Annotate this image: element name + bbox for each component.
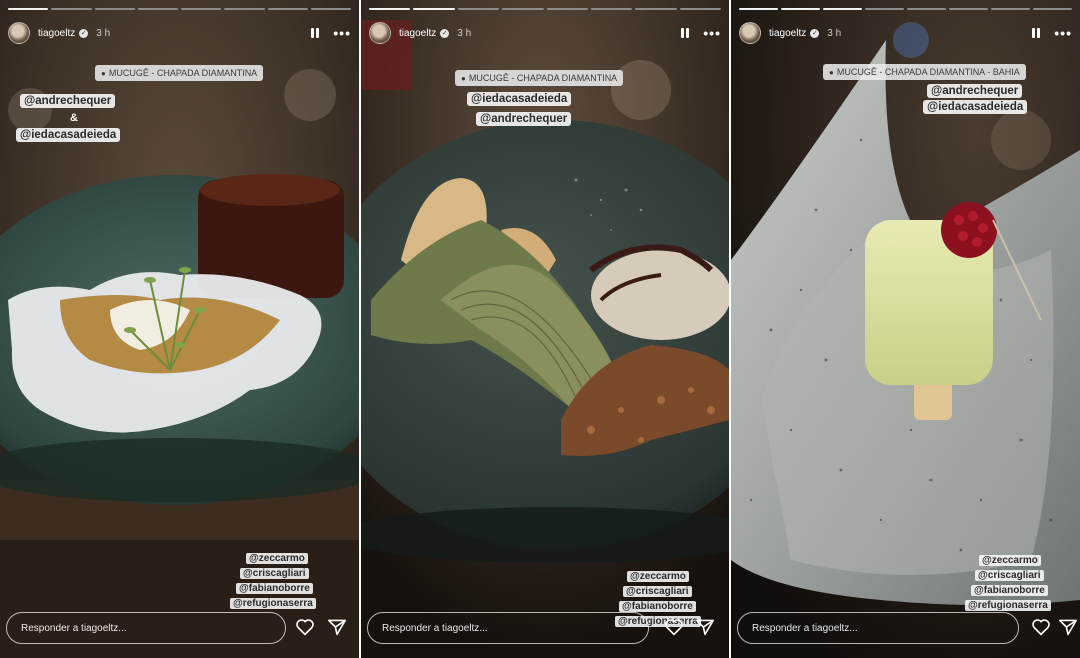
- tag-sticker[interactable]: @zeccarmo: [246, 553, 308, 564]
- progress-segment: [137, 8, 178, 10]
- reply-input[interactable]: Responder a tiagoeltz...: [737, 612, 1019, 644]
- story-panel-1[interactable]: tiagoeltz ✓ 3 h ••• ● MUCUGÊ - CHAPADA DI…: [0, 0, 359, 658]
- location-label: MUCUGÊ - CHAPADA DIAMANTINA: [468, 73, 618, 83]
- progress-segment: [949, 8, 988, 10]
- tag-sticker[interactable]: @fabianoborre: [236, 583, 313, 594]
- tag-sticker[interactable]: @criscagliari: [623, 586, 692, 597]
- story-panel-3[interactable]: tiagoeltz ✓ 3 h ••• ● MUCUGÊ - CHAPADA DI…: [731, 0, 1080, 658]
- tag-sticker[interactable]: @fabianoborre: [619, 601, 696, 612]
- progress-segment: [590, 8, 633, 10]
- progress-segment: [907, 8, 946, 10]
- progress-segment: [865, 8, 904, 10]
- tag-sticker[interactable]: @zeccarmo: [979, 555, 1041, 566]
- story-timestamp: 3 h: [827, 27, 842, 39]
- progress-segment: [679, 8, 721, 10]
- username[interactable]: tiagoeltz: [38, 28, 75, 39]
- more-icon[interactable]: •••: [333, 26, 351, 40]
- location-pin-icon: ●: [829, 68, 834, 77]
- reply-placeholder: Responder a tiagoeltz...: [21, 622, 127, 634]
- more-icon[interactable]: •••: [1054, 26, 1072, 40]
- story-progress-bar: [739, 8, 1072, 10]
- avatar[interactable]: [739, 22, 761, 44]
- verified-badge-icon: ✓: [440, 28, 450, 38]
- tag-sticker[interactable]: @criscagliari: [240, 568, 309, 579]
- location-label: MUCUGÊ - CHAPADA DIAMANTINA: [108, 68, 258, 78]
- progress-segment: [310, 8, 351, 10]
- progress-segment: [991, 8, 1030, 10]
- pause-icon[interactable]: [311, 28, 320, 38]
- story-header: tiagoeltz ✓ 3 h •••: [739, 20, 1072, 46]
- story-timestamp: 3 h: [96, 27, 111, 39]
- story-header: tiagoeltz ✓ 3 h •••: [369, 20, 721, 46]
- reply-placeholder: Responder a tiagoeltz...: [752, 622, 858, 634]
- mention-sticker[interactable]: @andrechequer: [927, 84, 1023, 98]
- story-progress-bar: [8, 8, 351, 10]
- reply-input[interactable]: Responder a tiagoeltz...: [6, 612, 286, 644]
- progress-segment: [823, 8, 862, 10]
- username[interactable]: tiagoeltz: [399, 28, 436, 39]
- progress-segment: [457, 8, 500, 10]
- progress-segment: [413, 8, 455, 10]
- location-sticker[interactable]: ● MUCUGÊ - CHAPADA DIAMANTINA - BAHIA: [823, 64, 1026, 80]
- tag-sticker[interactable]: @criscagliari: [975, 570, 1044, 581]
- mention-sticker[interactable]: @andrechequer: [20, 94, 116, 108]
- avatar[interactable]: [8, 22, 30, 44]
- location-pin-icon: ●: [461, 74, 466, 83]
- tag-sticker[interactable]: @refugionaserra: [230, 598, 316, 609]
- send-icon[interactable]: [695, 618, 715, 636]
- heart-icon[interactable]: [295, 618, 315, 636]
- send-icon[interactable]: [327, 618, 347, 636]
- tag-sticker[interactable]: @zeccarmo: [627, 571, 689, 582]
- progress-segment: [546, 8, 588, 10]
- tag-sticker[interactable]: @fabianoborre: [971, 585, 1048, 596]
- heart-icon[interactable]: [1031, 618, 1051, 636]
- progress-segment: [739, 8, 778, 10]
- progress-segment: [8, 8, 49, 10]
- mention-separator: &: [70, 112, 78, 124]
- username[interactable]: tiagoeltz: [769, 28, 806, 39]
- progress-segment: [1033, 8, 1072, 10]
- location-pin-icon: ●: [101, 69, 106, 78]
- location-sticker[interactable]: ● MUCUGÊ - CHAPADA DIAMANTINA: [95, 65, 264, 81]
- more-icon[interactable]: •••: [703, 26, 721, 40]
- mention-sticker[interactable]: @iedacasadeieda: [467, 92, 572, 106]
- mention-sticker[interactable]: @iedacasadeieda: [923, 100, 1028, 114]
- mention-sticker[interactable]: @andrechequer: [476, 112, 572, 126]
- pause-icon[interactable]: [681, 28, 690, 38]
- verified-badge-icon: ✓: [79, 28, 89, 38]
- story-progress-bar: [369, 8, 721, 10]
- avatar[interactable]: [369, 22, 391, 44]
- verified-badge-icon: ✓: [810, 28, 820, 38]
- progress-segment: [51, 8, 92, 10]
- reply-placeholder: Responder a tiagoeltz...: [382, 622, 488, 634]
- location-label: MUCUGÊ - CHAPADA DIAMANTINA - BAHIA: [836, 67, 1020, 77]
- mention-sticker[interactable]: @iedacasadeieda: [16, 128, 121, 142]
- pause-icon[interactable]: [1032, 28, 1041, 38]
- reply-input[interactable]: Responder a tiagoeltz...: [367, 612, 649, 644]
- progress-segment: [502, 8, 544, 10]
- story-header: tiagoeltz ✓ 3 h •••: [8, 20, 351, 46]
- progress-segment: [635, 8, 677, 10]
- story-timestamp: 3 h: [457, 27, 472, 39]
- progress-segment: [781, 8, 820, 10]
- progress-segment: [369, 8, 411, 10]
- heart-icon[interactable]: [664, 618, 684, 636]
- progress-segment: [224, 8, 265, 10]
- story-panel-2[interactable]: tiagoeltz ✓ 3 h ••• ● MUCUGÊ - CHAPADA DI…: [361, 0, 729, 658]
- progress-segment: [181, 8, 222, 10]
- tag-sticker[interactable]: @refugionaserra: [965, 600, 1051, 611]
- progress-segment: [267, 8, 308, 10]
- progress-segment: [94, 8, 135, 10]
- location-sticker[interactable]: ● MUCUGÊ - CHAPADA DIAMANTINA: [455, 70, 624, 86]
- send-icon[interactable]: [1058, 618, 1078, 636]
